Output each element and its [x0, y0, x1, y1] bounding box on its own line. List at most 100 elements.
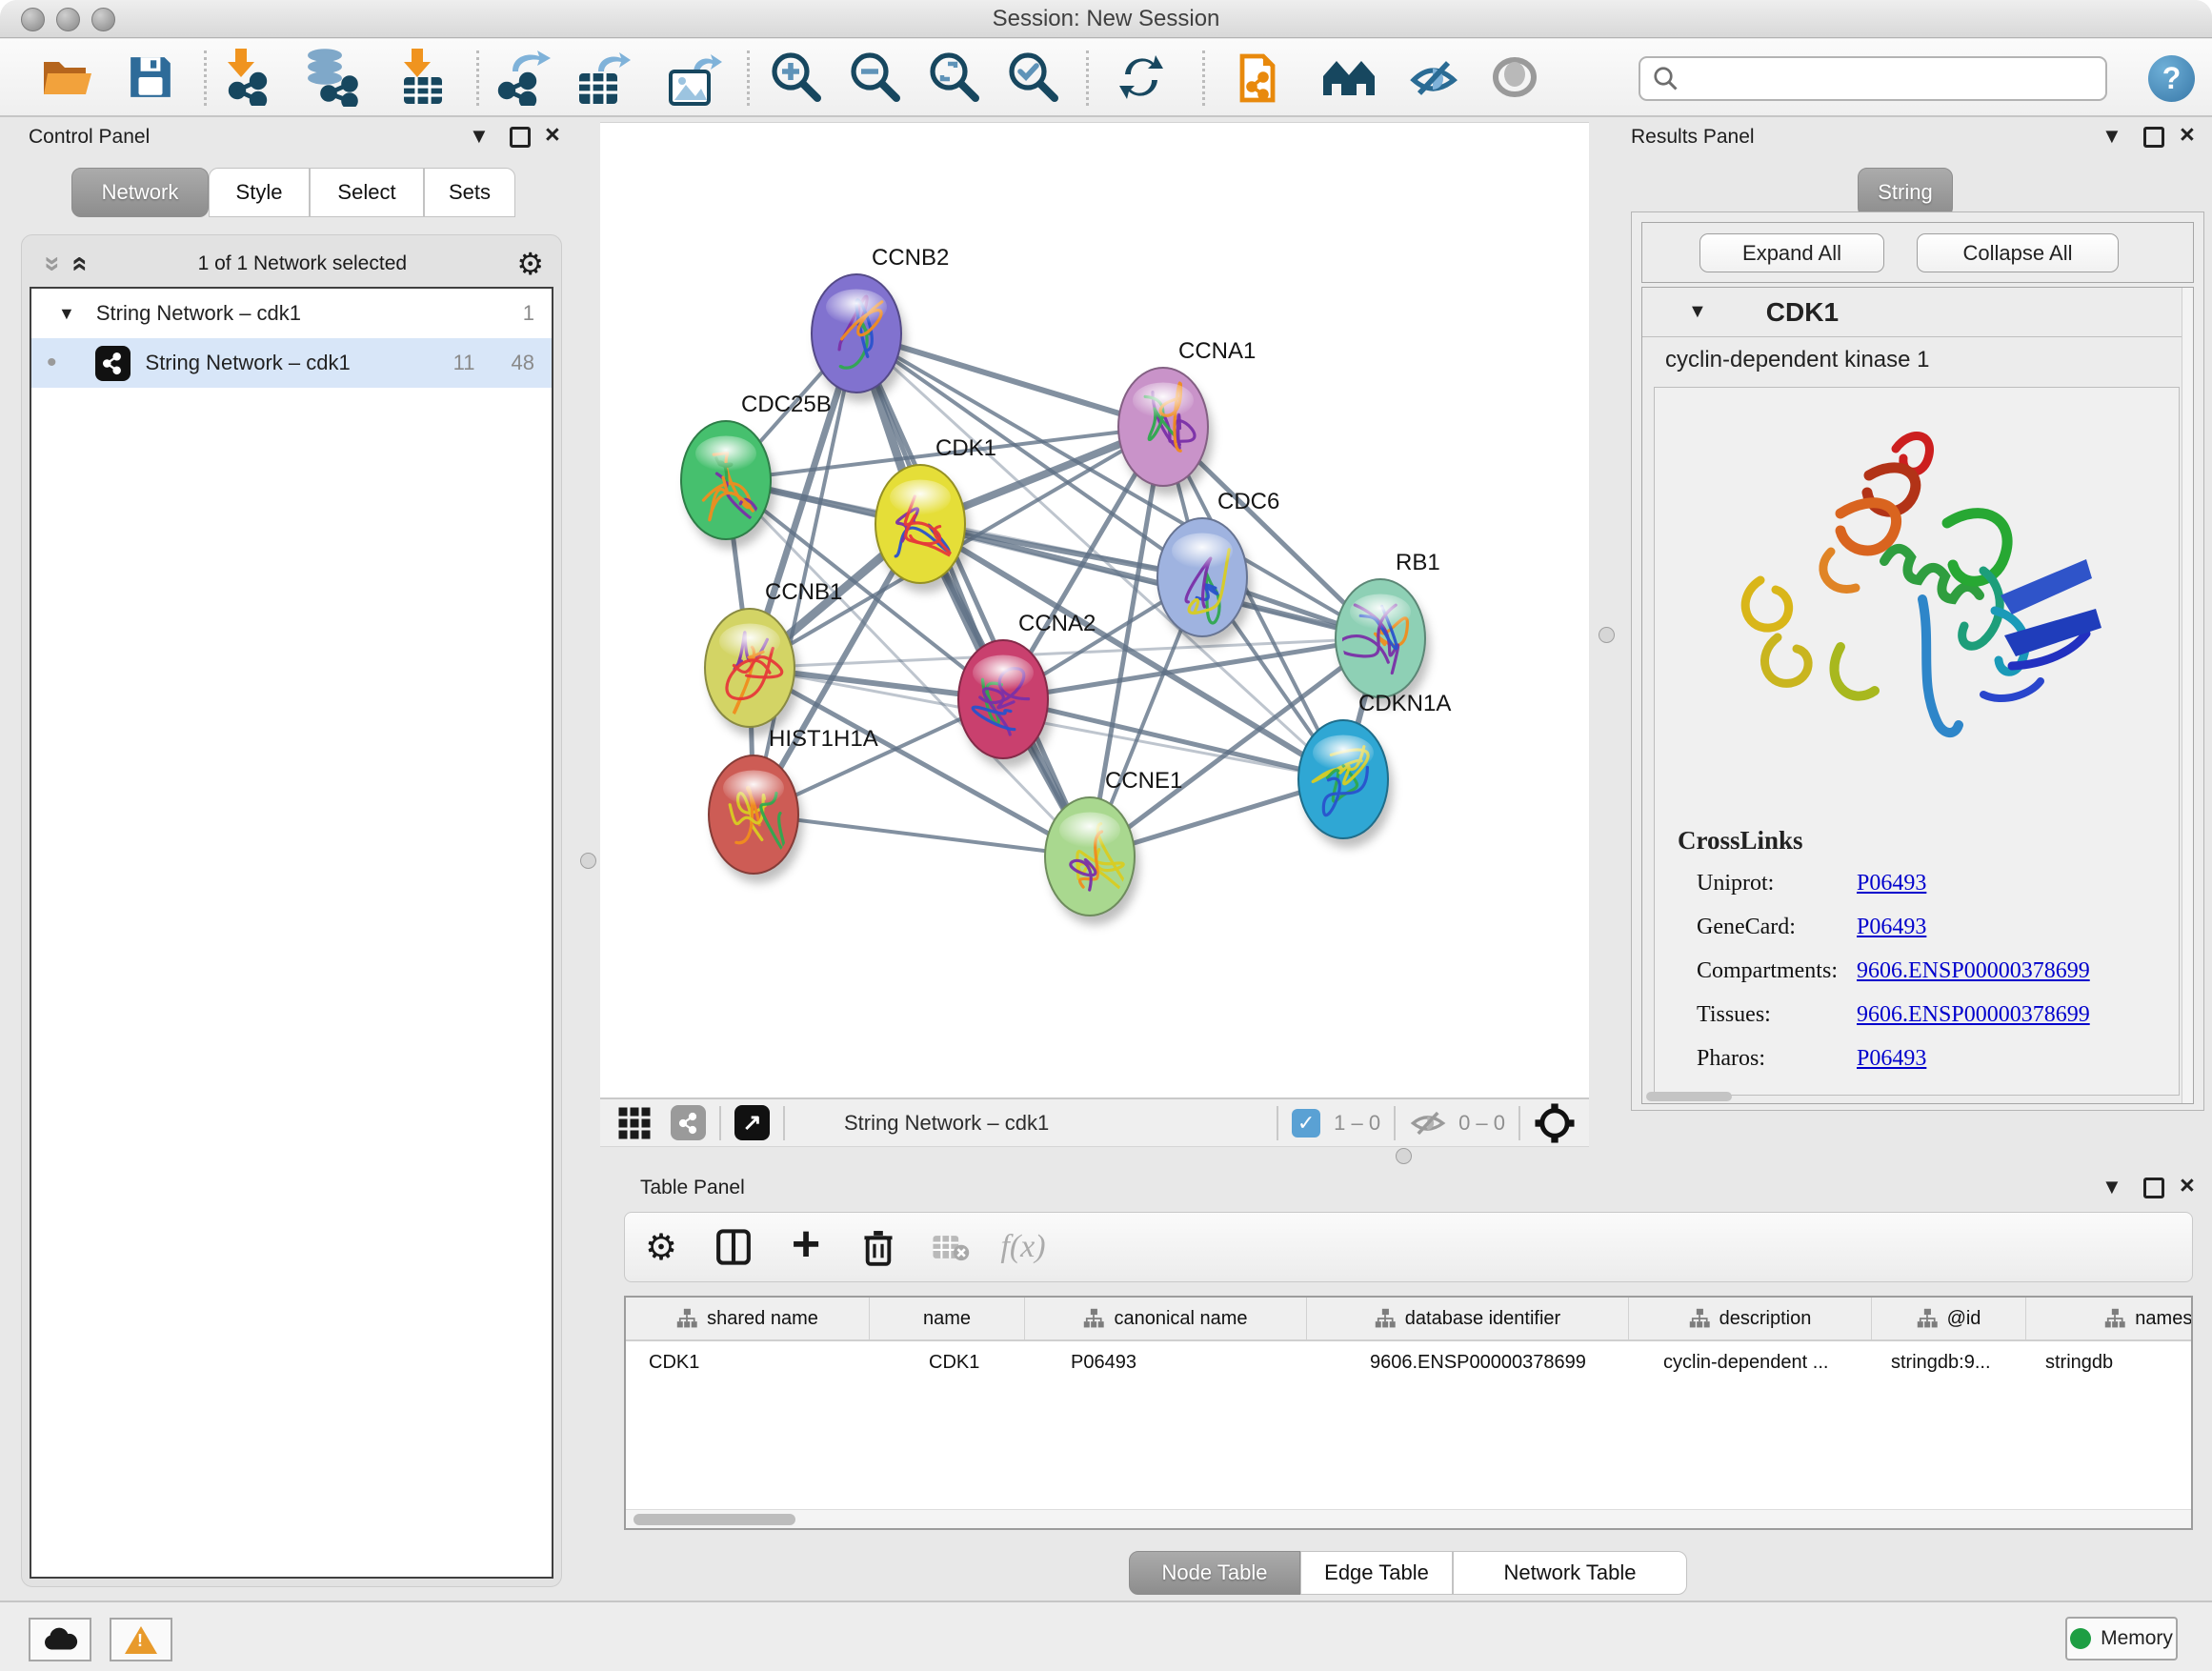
network-node-CDKN1A[interactable]: CDKN1A [1298, 691, 1451, 848]
table-horizontal-scrollbar[interactable] [626, 1509, 2191, 1528]
zoom-out-button[interactable] [842, 44, 909, 111]
crosslink-row: Pharos: P06493 [1655, 1037, 2179, 1080]
left-splitter-handle[interactable] [580, 853, 596, 869]
table-panel-float-icon[interactable] [2143, 1178, 2164, 1198]
table-panel-menu-icon[interactable]: ▼ [2101, 1175, 2122, 1199]
results-horizontal-scrollbar[interactable] [1646, 1092, 1732, 1101]
tab-style[interactable]: Style [209, 168, 310, 217]
network-graph[interactable]: CCNB2CCNA1CDC25BCDK1CDC6RB1CCNB1CCNA2CDK… [600, 123, 1589, 1097]
hide-glass-button[interactable] [1400, 44, 1467, 111]
column-header[interactable]: @id [1872, 1298, 2026, 1339]
gene-card-header[interactable]: ▼ CDK1 [1642, 288, 2193, 337]
results-panel-menu-icon[interactable]: ▼ [2101, 124, 2122, 149]
control-panel-close-icon[interactable]: × [545, 120, 560, 150]
uniprot-link[interactable]: P06493 [1857, 871, 1926, 896]
refresh-view-button[interactable] [1108, 44, 1175, 111]
show-columns-icon[interactable] [697, 1228, 770, 1266]
genecard-link[interactable]: P06493 [1857, 915, 1926, 940]
toolbar-search[interactable] [1639, 56, 2107, 101]
tab-string-results[interactable]: String [1858, 168, 1953, 217]
export-image-button[interactable] [661, 44, 728, 111]
tab-select[interactable]: Select [310, 168, 424, 217]
cell-namespace[interactable]: stringdb [2026, 1341, 2193, 1383]
right-splitter-handle[interactable] [1599, 627, 1615, 643]
column-header[interactable]: canonical name [1025, 1298, 1307, 1339]
cell-canonical-name[interactable]: P06493 [1025, 1341, 1307, 1383]
column-header[interactable]: database identifier [1307, 1298, 1629, 1339]
collapse-all-button[interactable]: Collapse All [1917, 233, 2119, 272]
search-input[interactable] [1680, 61, 2105, 97]
birdseye-navigator-icon[interactable] [1534, 1102, 1576, 1144]
network-collection-row[interactable]: ▼ String Network – cdk1 1 [31, 289, 552, 338]
gear-icon[interactable]: ⚙ [516, 246, 544, 282]
save-session-button[interactable] [117, 44, 184, 111]
cell-id[interactable]: stringdb:9... [1872, 1341, 2026, 1383]
cell-database-identifier[interactable]: 9606.ENSP00000378699 [1307, 1341, 1629, 1383]
table-panel-close-icon[interactable]: × [2180, 1171, 2195, 1200]
grid-view-icon[interactable] [617, 1106, 652, 1140]
import-network-from-database-button[interactable] [298, 44, 365, 111]
zoom-fit-button[interactable] [921, 44, 988, 111]
network-node-RB1[interactable]: RB1 [1336, 550, 1440, 707]
import-database-icon [302, 48, 361, 107]
add-column-icon[interactable]: + [770, 1216, 842, 1273]
warning-status-button[interactable] [110, 1618, 172, 1661]
results-panel-close-icon[interactable]: × [2180, 120, 2195, 150]
export-table-button[interactable] [570, 44, 636, 111]
detach-view-icon[interactable]: ↗ [734, 1105, 770, 1140]
tab-network-table[interactable]: Network Table [1453, 1551, 1687, 1595]
network-view[interactable]: CCNB2CCNA1CDC25BCDK1CDC6RB1CCNB1CCNA2CDK… [600, 122, 1589, 1147]
network-node-HIST1H1A[interactable]: HIST1H1A [709, 726, 878, 883]
memory-button[interactable]: Memory [2065, 1617, 2178, 1661]
column-header[interactable]: description [1629, 1298, 1872, 1339]
gene-expander-icon[interactable]: ▼ [1688, 301, 1707, 323]
help-button[interactable]: ? [2148, 55, 2195, 102]
cell-shared-name[interactable]: CDK1 [626, 1341, 870, 1383]
column-header[interactable]: name [870, 1298, 1025, 1339]
control-panel-float-icon[interactable] [510, 127, 531, 148]
zoom-in-button[interactable] [763, 44, 830, 111]
cell-description[interactable]: cyclin-dependent ... [1629, 1341, 1872, 1383]
open-session-button[interactable] [33, 44, 100, 111]
node-label: CCNA2 [1018, 611, 1096, 636]
string-import-button[interactable] [1231, 44, 1297, 111]
expand-all-icon[interactable]: « [64, 256, 96, 272]
import-table-button[interactable] [390, 44, 456, 111]
tree-expander-icon[interactable]: ▼ [58, 304, 75, 324]
results-panel-float-icon[interactable] [2143, 127, 2164, 148]
string-home-button[interactable] [1316, 44, 1382, 111]
network-edge[interactable] [754, 815, 1090, 856]
table-settings-gear-icon[interactable]: ⚙ [625, 1226, 697, 1269]
network-node-CCNA1[interactable]: CCNA1 [1118, 338, 1256, 495]
expand-all-button[interactable]: Expand All [1699, 233, 1884, 272]
tab-sets[interactable]: Sets [424, 168, 515, 217]
zoom-selected-button[interactable] [1000, 44, 1067, 111]
tab-network[interactable]: Network [71, 168, 209, 217]
column-header[interactable]: namespace [2026, 1298, 2193, 1339]
network-edge[interactable] [856, 333, 1090, 856]
cloud-status-button[interactable] [29, 1618, 91, 1661]
export-network-button[interactable] [492, 44, 558, 111]
bottom-splitter-handle[interactable] [1396, 1148, 1412, 1164]
tab-edge-table[interactable]: Edge Table [1300, 1551, 1453, 1595]
show-glass-button[interactable] [1481, 44, 1548, 111]
selected-checkbox-icon[interactable]: ✓ [1292, 1109, 1320, 1137]
compartments-link[interactable]: 9606.ENSP00000378699 [1857, 958, 2090, 984]
network-node-CCNE1[interactable]: CCNE1 [1045, 768, 1182, 925]
scrollbar-thumb[interactable] [633, 1514, 795, 1525]
network-node-CCNB2[interactable]: CCNB2 [812, 245, 949, 402]
import-network-button[interactable] [216, 44, 283, 111]
column-header[interactable]: shared name [626, 1298, 870, 1339]
string-view-icon[interactable] [671, 1105, 706, 1140]
control-panel-menu-icon[interactable]: ▼ [469, 124, 490, 149]
search-icon [1652, 65, 1680, 93]
pharos-link[interactable]: P06493 [1857, 1046, 1926, 1072]
cell-name[interactable]: CDK1 [870, 1341, 1025, 1383]
table-row[interactable]: CDK1 CDK1 P06493 9606.ENSP00000378699 cy… [626, 1341, 2191, 1383]
results-vertical-scrollbar[interactable] [2182, 288, 2193, 1103]
network-row[interactable]: • String Network – cdk1 11 48 [31, 338, 552, 388]
tissues-link[interactable]: 9606.ENSP00000378699 [1857, 1002, 2090, 1028]
delete-column-trash-icon[interactable] [842, 1227, 915, 1267]
network-node-CCNB1[interactable]: CCNB1 [705, 579, 842, 736]
tab-node-table[interactable]: Node Table [1129, 1551, 1300, 1595]
